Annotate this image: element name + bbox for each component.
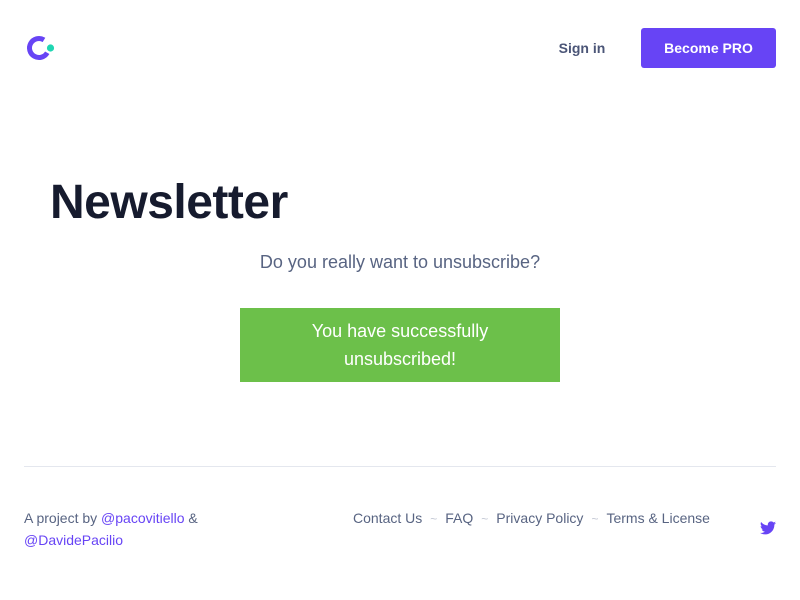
page-title: Newsletter — [50, 176, 288, 229]
twitter-glyph — [760, 521, 776, 535]
footer-link-terms[interactable]: Terms & License — [606, 510, 709, 526]
credit-ampersand: & — [188, 510, 198, 526]
footer-separator: ~ — [591, 512, 599, 526]
author-link-pacovitiello[interactable]: @pacovitiello — [101, 510, 184, 526]
logo-icon[interactable] — [26, 34, 56, 62]
page: Sign in Become PRO Newsletter Do you rea… — [0, 0, 800, 600]
success-alert: You have successfully unsubscribed! — [240, 308, 560, 382]
unsubscribe-question: Do you really want to unsubscribe? — [259, 252, 541, 272]
footer-divider — [24, 466, 776, 467]
footer-separator: ~ — [430, 512, 438, 526]
author-link-davidepacilio[interactable]: @DavidePacilio — [24, 532, 123, 548]
footer-link-privacy[interactable]: Privacy Policy — [496, 510, 583, 526]
become-pro-button[interactable]: Become PRO — [641, 28, 776, 68]
footer-credits: A project by @pacovitiello & @DavidePaci… — [24, 507, 284, 551]
logo-mark — [27, 36, 55, 60]
footer-link-faq[interactable]: FAQ — [445, 510, 473, 526]
footer-link-contact[interactable]: Contact Us — [353, 510, 422, 526]
footer-separator: ~ — [481, 512, 489, 526]
sign-in-link[interactable]: Sign in — [545, 38, 619, 58]
footer-nav: Contact Us ~ FAQ ~ Privacy Policy ~ Terms & Li… — [353, 507, 713, 530]
credit-prefix: A project by — [24, 510, 98, 526]
site-header: Sign in Become PRO — [0, 0, 800, 96]
twitter-icon[interactable] — [760, 521, 776, 535]
